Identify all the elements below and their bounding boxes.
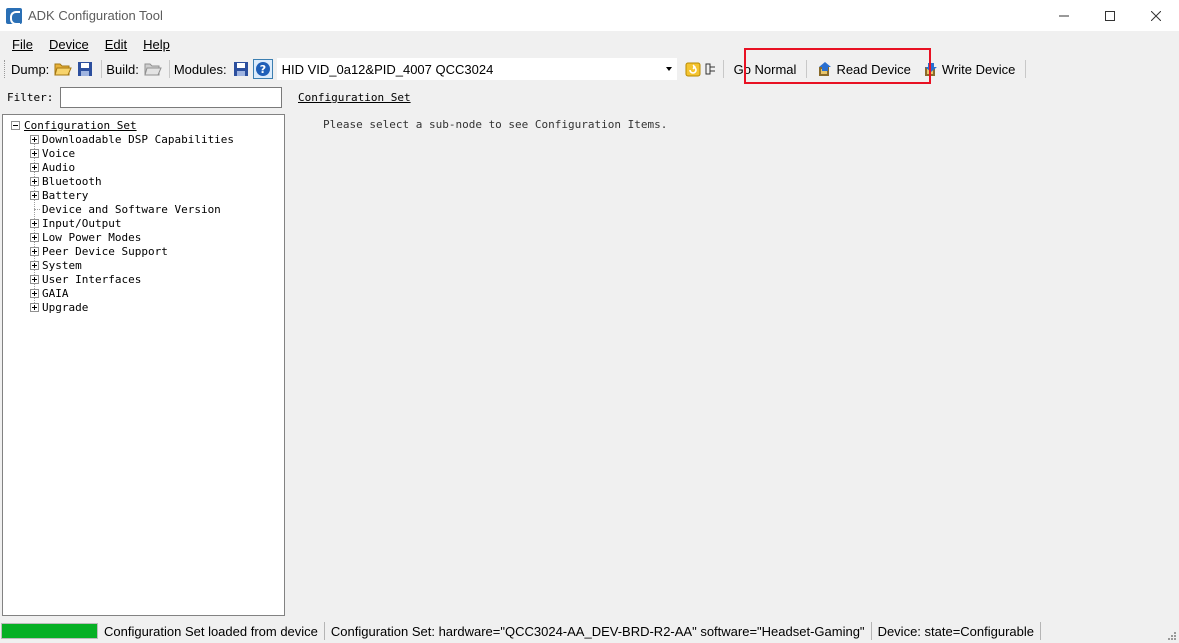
app-logo-icon xyxy=(6,7,22,25)
tree-item-label: Downloadable DSP Capabilities xyxy=(42,132,235,146)
menu-edit[interactable]: Edit xyxy=(97,37,135,52)
tree-item-label: GAIA xyxy=(42,286,69,300)
connect-icon xyxy=(705,63,715,75)
tree-root-label: Configuration Set xyxy=(24,118,137,132)
tree-item[interactable]: Low Power Modes xyxy=(30,230,141,244)
expand-icon[interactable] xyxy=(30,246,39,256)
expand-icon[interactable] xyxy=(30,148,39,158)
tree-item[interactable]: Peer Device Support xyxy=(30,244,168,258)
close-icon xyxy=(1151,10,1161,21)
expand-icon[interactable] xyxy=(30,288,39,298)
save-icon xyxy=(78,62,93,76)
filter-row: Filter: xyxy=(0,85,290,109)
open-folder-icon xyxy=(54,63,73,76)
expand-icon[interactable] xyxy=(30,218,39,228)
chevron-down-icon xyxy=(665,67,672,71)
expand-icon[interactable] xyxy=(30,162,39,172)
write-device-icon xyxy=(924,63,937,76)
tree-item-label: Battery xyxy=(42,188,89,202)
status-device: Device: state=Configurable xyxy=(872,622,1042,640)
tree-item-label: Device and Software Version xyxy=(42,202,221,216)
help-button[interactable]: ? xyxy=(252,59,273,79)
collapse-icon[interactable] xyxy=(11,120,20,130)
status-loaded: Configuration Set loaded from device xyxy=(98,622,325,640)
tree-item[interactable]: User Interfaces xyxy=(30,272,141,286)
minimize-icon xyxy=(1059,15,1069,16)
read-device-icon xyxy=(819,62,832,76)
menu-bar: File Device Edit Help xyxy=(0,32,1179,56)
modules-label: Modules: xyxy=(173,61,227,77)
tree-item[interactable]: Audio xyxy=(30,160,75,174)
menu-help[interactable]: Help xyxy=(135,37,178,52)
tree-item-label: Peer Device Support xyxy=(42,244,168,258)
tree-item-label: Upgrade xyxy=(42,300,89,314)
maximize-icon xyxy=(1105,10,1115,21)
expand-icon[interactable] xyxy=(30,260,39,270)
tree-item-label: System xyxy=(42,258,82,272)
panel-title[interactable]: Configuration Set xyxy=(298,91,411,104)
save-dump-button[interactable] xyxy=(75,59,95,79)
tree-item[interactable]: GAIA xyxy=(30,286,69,300)
expand-icon[interactable] xyxy=(30,232,39,242)
progress-bar xyxy=(1,623,98,639)
maximize-button[interactable] xyxy=(1087,0,1133,31)
tree-item-label: Audio xyxy=(42,160,76,174)
menu-file[interactable]: File xyxy=(4,37,41,52)
device-select[interactable]: HID VID_0a12&PID_4007 QCC3024 xyxy=(276,58,677,80)
connect-button[interactable] xyxy=(705,59,717,79)
tree-root-node[interactable]: Configuration Set xyxy=(11,118,137,132)
tree-item-label: Low Power Modes xyxy=(42,230,142,244)
help-icon: ? xyxy=(255,62,270,76)
tree-item-label: Bluetooth xyxy=(42,174,102,188)
tree-item[interactable]: Voice xyxy=(30,146,75,160)
minimize-button[interactable] xyxy=(1041,0,1087,31)
open-folder-button[interactable] xyxy=(53,59,73,79)
filter-input[interactable] xyxy=(60,87,282,108)
window-title: ADK Configuration Tool xyxy=(28,8,163,23)
build-folder-icon xyxy=(144,63,162,76)
write-device-button[interactable]: Write Device xyxy=(917,58,1021,80)
save-modules-button[interactable] xyxy=(231,59,251,79)
build-label: Build: xyxy=(106,61,139,77)
tree-item[interactable]: Battery xyxy=(30,188,88,202)
save-icon xyxy=(233,62,248,76)
window-controls xyxy=(1041,0,1179,31)
toolbar-grip[interactable] xyxy=(4,60,7,78)
resize-grip-icon[interactable] xyxy=(1167,631,1177,641)
config-items-panel: Configuration Set Please select a sub-no… xyxy=(290,85,1179,615)
tree-item[interactable]: Downloadable DSP Capabilities xyxy=(30,132,234,146)
build-folder-button[interactable] xyxy=(143,59,163,79)
status-bar: Configuration Set loaded from device Con… xyxy=(0,619,1179,643)
expand-icon[interactable] xyxy=(30,302,39,312)
status-config-set: Configuration Set: hardware="QCC3024-AA_… xyxy=(325,622,872,640)
refresh-device-button[interactable] xyxy=(683,59,703,79)
tree-item-label: User Interfaces xyxy=(42,272,142,286)
refresh-icon xyxy=(685,62,701,77)
svg-text:?: ? xyxy=(259,63,265,76)
expand-icon[interactable] xyxy=(30,176,39,186)
menu-device[interactable]: Device xyxy=(41,37,97,52)
tree-item[interactable]: Input/Output xyxy=(30,216,121,230)
tree-item-label: Input/Output xyxy=(42,216,122,230)
panel-message: Please select a sub-node to see Configur… xyxy=(323,118,668,131)
title-bar: ADK Configuration Tool xyxy=(0,0,1179,31)
tree-item-label: Voice xyxy=(42,146,76,160)
expand-icon[interactable] xyxy=(30,274,39,284)
filter-label: Filter: xyxy=(7,90,54,104)
tree-item[interactable]: Upgrade xyxy=(30,300,88,314)
read-device-button[interactable]: Read Device xyxy=(811,58,916,80)
go-normal-button[interactable]: Go Normal xyxy=(728,58,803,80)
device-select-value: HID VID_0a12&PID_4007 QCC3024 xyxy=(281,61,494,77)
config-tree[interactable]: Configuration Set Downloadable DSP Capab… xyxy=(2,114,285,616)
expand-icon[interactable] xyxy=(30,134,39,144)
tree-item[interactable]: Device and Software Version xyxy=(30,202,221,216)
tree-item[interactable]: System xyxy=(30,258,82,272)
toolbar: Dump: Build: Modules: ? HID VID_0a12&PID… xyxy=(0,56,1179,82)
tree-item[interactable]: Bluetooth xyxy=(30,174,102,188)
dump-label: Dump: xyxy=(11,61,50,77)
close-button[interactable] xyxy=(1133,0,1179,31)
expand-icon[interactable] xyxy=(30,190,39,200)
tree-line-icon xyxy=(30,205,40,214)
